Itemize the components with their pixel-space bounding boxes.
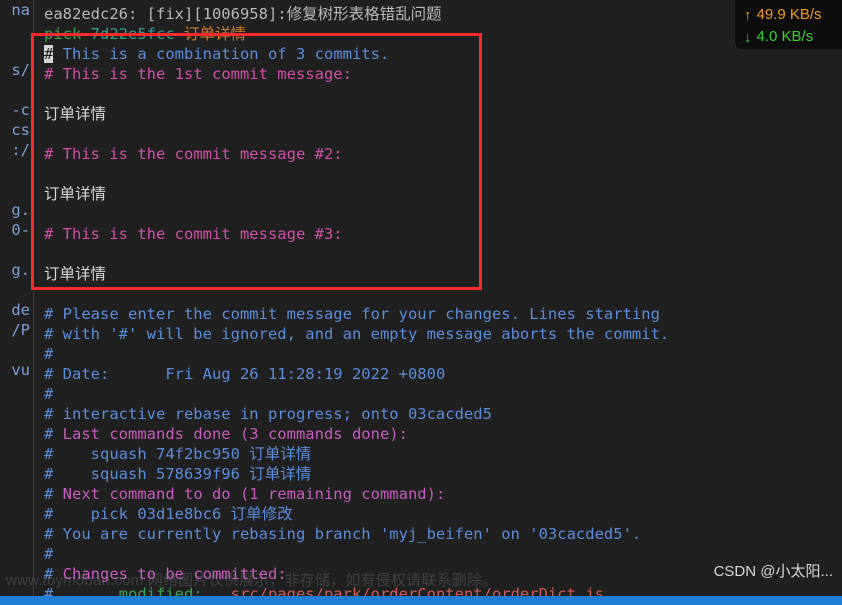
comment-line-date: # Date: Fri Aug 26 11:28:19 2022 +0800 bbox=[44, 364, 834, 384]
comment-hash: # bbox=[44, 65, 54, 83]
comment-line-2nd-message: # This is the commit message #2: bbox=[44, 144, 834, 164]
commit-sha: 7d22e5fcc bbox=[90, 25, 175, 43]
comment-line-next-pick: # pick 03d1e8bc6 订单修改 bbox=[44, 504, 834, 524]
bottom-accent-bar bbox=[0, 596, 842, 605]
download-speed-value: 4.0 KB/s bbox=[756, 28, 814, 45]
date-label: # Date: bbox=[44, 365, 110, 383]
comment-text: # You are currently rebasing branch 'myj… bbox=[44, 525, 642, 543]
pick-keyword: pick bbox=[44, 25, 82, 43]
comment-text: This is the commit message #2: bbox=[53, 145, 343, 163]
network-speed-widget[interactable]: ↑ 49.9 KB/s ↓ 4.0 KB/s bbox=[735, 0, 842, 49]
commit-summary-text: ea82edc26: [fix][1006958]:修复树形表格错乱问题 bbox=[44, 5, 442, 23]
comment-line-3rd-message: # This is the commit message #3: bbox=[44, 224, 834, 244]
gutter-fragment: vu bbox=[11, 361, 30, 379]
gutter-fragment: cs bbox=[11, 121, 30, 139]
gutter-fragment: g. bbox=[11, 201, 30, 219]
gutter-fragment: g. bbox=[11, 261, 30, 279]
comment-line-instructions-1: # Please enter the commit message for yo… bbox=[44, 304, 834, 324]
commit-message-2[interactable]: 订单详情 bbox=[44, 184, 834, 204]
rebase-todo-line-pick[interactable]: pick 7d22e5fcc 订单详情 bbox=[44, 24, 834, 44]
pane-divider bbox=[33, 0, 34, 605]
upload-speed-row: ↑ 49.9 KB/s bbox=[744, 4, 836, 26]
comment-line-squash-1: # squash 74f2bc950 订单详情 bbox=[44, 444, 834, 464]
rebase-todo-line-head: ea82edc26: [fix][1006958]:修复树形表格错乱问题 bbox=[44, 4, 834, 24]
left-clipped-column: na s/ -c cs :/ g. 0- g. de /P vu bbox=[0, 0, 31, 605]
gutter-fragment: de bbox=[11, 301, 30, 319]
gutter-fragment: na bbox=[11, 1, 30, 19]
comment-hash: # bbox=[44, 545, 54, 563]
comment-text: # with '#' will be ignored, and an empty… bbox=[44, 325, 670, 343]
gutter-fragment: :/ bbox=[11, 141, 30, 159]
commit-message-3[interactable]: 订单详情 bbox=[44, 264, 834, 284]
comment-line-empty-2: # bbox=[44, 384, 834, 404]
download-speed-row: ↓ 4.0 KB/s bbox=[744, 26, 836, 48]
comment-text: # pick 03d1e8bc6 订单修改 bbox=[44, 505, 293, 523]
comment-hash: # bbox=[44, 425, 63, 443]
gutter-fragment: 0- bbox=[11, 221, 30, 239]
arrow-down-icon: ↓ bbox=[744, 28, 752, 46]
comment-line-1st-message: # This is the 1st commit message: bbox=[44, 64, 834, 84]
date-value: Fri Aug 26 11:28:19 2022 +0800 bbox=[109, 365, 446, 383]
comment-line-empty-3: # bbox=[44, 544, 834, 564]
comment-hash: # bbox=[44, 485, 63, 503]
csdn-watermark: CSDN @小太阳... bbox=[713, 563, 833, 580]
site-watermark: www.toymoban.com 网络图片仅供展示，非存储，如有侵权请联系删除。 bbox=[6, 572, 498, 589]
commit-message-1[interactable]: 订单详情 bbox=[44, 104, 834, 124]
comment-line-empty-1: # bbox=[44, 344, 834, 364]
arrow-up-icon: ↑ bbox=[744, 6, 752, 24]
comment-text: Last commands done (3 commands done): bbox=[62, 425, 408, 443]
comment-line-instructions-2: # with '#' will be ignored, and an empty… bbox=[44, 324, 834, 344]
comment-line-rebase-status: # interactive rebase in progress; onto 0… bbox=[44, 404, 834, 424]
commit-message-text: 订单详情 bbox=[44, 185, 107, 203]
gutter-fragment: -c bbox=[11, 101, 30, 119]
comment-text: This is the commit message #3: bbox=[53, 225, 343, 243]
gutter-fragment: /P bbox=[11, 321, 30, 339]
comment-line-combination: # This is a combination of 3 commits. bbox=[44, 44, 834, 64]
comment-line-branch-info: # You are currently rebasing branch 'myj… bbox=[44, 524, 834, 544]
commit-message-text: 订单详情 bbox=[44, 265, 107, 283]
commit-subject: 订单详情 bbox=[184, 25, 247, 43]
comment-text: This is the 1st commit message: bbox=[53, 65, 352, 83]
gutter-fragment: s/ bbox=[11, 61, 30, 79]
comment-line-last-commands: # Last commands done (3 commands done): bbox=[44, 424, 834, 444]
upload-speed-value: 49.9 KB/s bbox=[756, 6, 822, 23]
terminal-window[interactable]: na s/ -c cs :/ g. 0- g. de /P vu ea82edc… bbox=[0, 0, 842, 605]
commit-message-text: 订单详情 bbox=[44, 105, 107, 123]
comment-text: This is a combination of 3 commits. bbox=[53, 45, 390, 63]
comment-hash: # bbox=[44, 225, 54, 243]
comment-text: # squash 74f2bc950 订单详情 bbox=[44, 445, 312, 463]
comment-text: Next command to do (1 remaining command)… bbox=[62, 485, 446, 503]
editor-buffer[interactable]: ea82edc26: [fix][1006958]:修复树形表格错乱问题 pic… bbox=[44, 0, 834, 604]
comment-hash: # bbox=[44, 145, 54, 163]
comment-line-squash-2: # squash 578639f96 订单详情 bbox=[44, 464, 834, 484]
comment-text: # squash 578639f96 订单详情 bbox=[44, 465, 312, 483]
comment-hash: # bbox=[44, 345, 54, 363]
comment-text: # interactive rebase in progress; onto 0… bbox=[44, 405, 492, 423]
text-cursor: # bbox=[44, 45, 54, 63]
comment-hash: # bbox=[44, 385, 54, 403]
comment-line-next-command: # Next command to do (1 remaining comman… bbox=[44, 484, 834, 504]
comment-text: # Please enter the commit message for yo… bbox=[44, 305, 660, 323]
